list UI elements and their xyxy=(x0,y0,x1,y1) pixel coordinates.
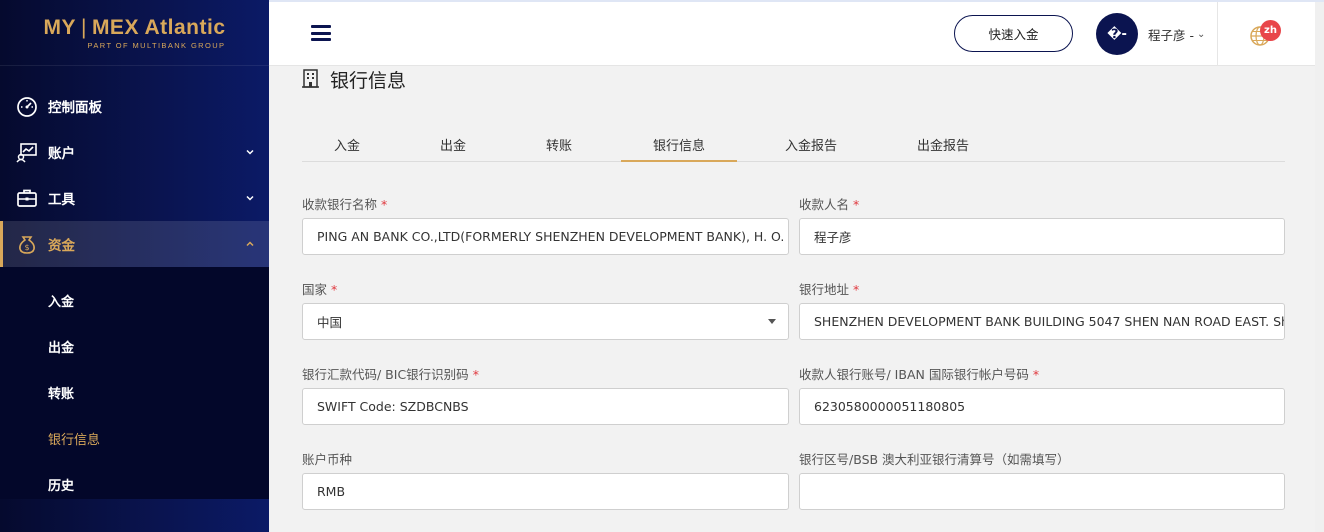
tab-transfer[interactable]: 转账 xyxy=(514,132,604,162)
currency-label: 账户币种 xyxy=(302,452,353,467)
submenu-item-bank-info[interactable]: 银行信息 xyxy=(0,415,269,461)
chevron-up-icon xyxy=(245,239,255,249)
sidebar-item-label: 控制面板 xyxy=(48,100,102,116)
country-select[interactable]: 中国 xyxy=(302,303,789,340)
submenu-item-transfer[interactable]: 转账 xyxy=(0,369,269,415)
sidebar-item-label: 账户 xyxy=(48,146,75,162)
country-label: 国家 * xyxy=(302,282,338,297)
tab-deposit-report[interactable]: 入金报告 xyxy=(756,132,866,162)
required-mark: * xyxy=(331,282,338,297)
caret-down-icon xyxy=(768,319,776,324)
sidebar-item-tools[interactable]: 工具 xyxy=(0,175,269,221)
tab-withdraw[interactable]: 出金 xyxy=(408,132,498,162)
header-divider xyxy=(1217,2,1218,66)
sidebar-item-label: 工具 xyxy=(48,192,75,208)
required-mark: * xyxy=(853,197,860,212)
account-number-field[interactable]: 6230580000051180805 xyxy=(799,388,1285,425)
tab-withdraw-report[interactable]: 出金报告 xyxy=(888,132,998,162)
sidebar-item-funds[interactable]: $ 资金 xyxy=(0,221,269,267)
user-name: 程子彦 - xyxy=(1148,27,1194,43)
briefcase-icon xyxy=(16,187,38,209)
submenu-item-history[interactable]: 历史 xyxy=(0,461,269,507)
required-mark: * xyxy=(1032,367,1040,382)
required-mark: * xyxy=(853,282,860,297)
hamburger-menu-icon[interactable] xyxy=(311,25,331,41)
tab-deposit[interactable]: 入金 xyxy=(302,132,392,162)
funds-submenu: 入金 出金 转账 银行信息 历史 xyxy=(0,267,269,499)
bank-address-field[interactable]: SHENZHEN DEVELOPMENT BANK BUILDING 5047 … xyxy=(799,303,1285,340)
brand-separator: | xyxy=(80,15,87,39)
user-menu[interactable]: �- 程子彦 - ⌄ xyxy=(1096,13,1205,55)
tab-bank-info[interactable]: 银行信息 xyxy=(621,132,737,162)
brand-name-right: MEX Atlantic xyxy=(91,15,226,39)
gauge-icon xyxy=(16,95,38,117)
bsb-label: 银行区号/BSB 澳大利亚银行清算号（如需填写） xyxy=(799,452,1070,467)
chevron-down-icon: ⌄ xyxy=(1196,28,1206,40)
top-header: 快速入金 �- 程子彦 - ⌄ zh xyxy=(269,0,1324,66)
building-icon xyxy=(302,68,320,92)
currency-field[interactable]: RMB xyxy=(302,473,789,510)
sidebar-nav: 控制面板 账户 工具 $ 资金 入金 出金 转账 银行信息 历史 xyxy=(0,83,269,499)
sidebar-item-label: 资金 xyxy=(48,238,75,254)
swift-label: 银行汇款代码/ BIC银行识别码 * xyxy=(302,367,479,382)
quick-deposit-button[interactable]: 快速入金 xyxy=(954,15,1073,52)
language-badge[interactable]: zh xyxy=(1260,20,1281,41)
bank-address-label: 银行地址 * xyxy=(799,282,860,297)
chevron-down-icon xyxy=(245,147,255,157)
svg-text:$: $ xyxy=(24,243,29,252)
page-title: 银行信息 xyxy=(302,66,406,93)
payee-name-field[interactable]: 程子彦 xyxy=(799,218,1285,255)
required-mark: * xyxy=(472,367,479,382)
account-number-label: 收款人银行账号/ IBAN 国际银行帐户号码 * xyxy=(799,367,1040,382)
page-scrollbar[interactable] xyxy=(1315,2,1324,532)
country-select-value: 中国 xyxy=(317,315,343,330)
swift-field[interactable]: SWIFT Code: SZDBCNBS xyxy=(302,388,789,425)
submenu-item-withdraw[interactable]: 出金 xyxy=(0,323,269,369)
bank-name-field[interactable]: PING AN BANK CO.,LTD(FORMERLY SHENZHEN D… xyxy=(302,218,789,255)
tab-bar: 入金 出金 转账 银行信息 入金报告 出金报告 xyxy=(302,132,1285,162)
avatar: �- xyxy=(1096,13,1138,55)
sidebar-item-dashboard[interactable]: 控制面板 xyxy=(0,83,269,129)
chart-icon xyxy=(16,141,38,163)
sidebar: MY | MEX Atlantic PART OF MULTIBANK GROUP … xyxy=(0,0,269,532)
required-mark: * xyxy=(381,197,388,212)
bsb-field[interactable] xyxy=(799,473,1285,510)
brand-tagline: PART OF MULTIBANK GROUP xyxy=(87,40,226,50)
sidebar-item-accounts[interactable]: 账户 xyxy=(0,129,269,175)
page-title-text: 银行信息 xyxy=(330,70,407,92)
money-bag-icon: $ xyxy=(16,233,38,255)
brand-name-left: MY xyxy=(43,15,76,39)
submenu-item-deposit[interactable]: 入金 xyxy=(0,277,269,323)
brand-logo[interactable]: MY | MEX Atlantic PART OF MULTIBANK GROUP xyxy=(0,0,269,66)
bank-name-label: 收款银行名称 * xyxy=(302,197,388,212)
payee-name-label: 收款人名 * xyxy=(799,197,860,212)
chevron-down-icon xyxy=(245,193,255,203)
